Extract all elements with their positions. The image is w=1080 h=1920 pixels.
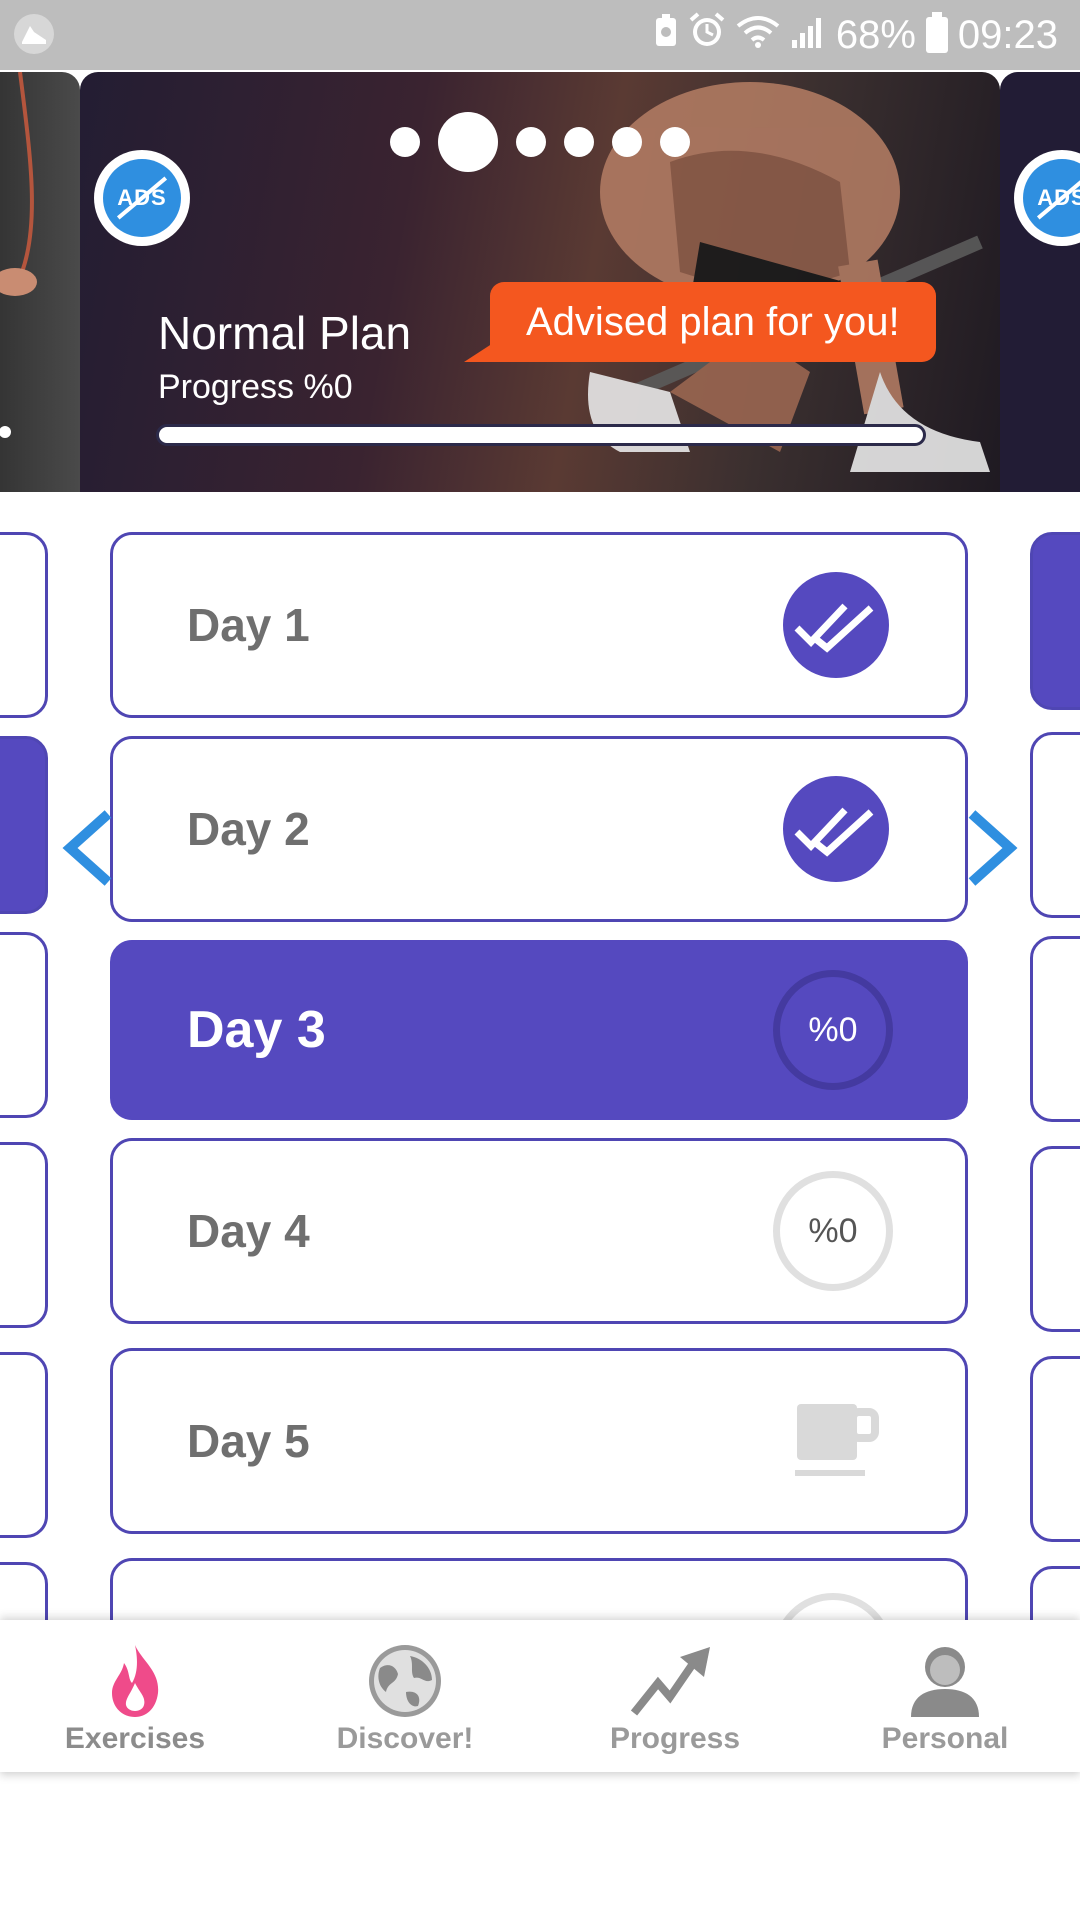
remove-ads-button[interactable]: ADS: [94, 150, 190, 246]
page-dot[interactable]: [612, 127, 642, 157]
alarm-icon: [688, 11, 726, 59]
current-plan-card[interactable]: ADS Normal Plan Progress %0 Advised plan…: [80, 72, 1000, 492]
coffee-cup-rest-icon: [795, 1404, 879, 1476]
previous-plan-day-card[interactable]: [0, 532, 48, 718]
signal-icon: [790, 13, 826, 58]
next-plan-card[interactable]: ADS: [1000, 72, 1080, 492]
plan-progress-text: Progress %0: [158, 368, 353, 406]
nav-progress[interactable]: Progress: [540, 1620, 810, 1772]
next-plan-day-card[interactable]: [1030, 732, 1080, 918]
carousel-page-indicator: [390, 112, 690, 172]
next-plan-arrow-icon[interactable]: [966, 810, 1018, 886]
previous-plan-day-card[interactable]: [0, 1562, 48, 1620]
day-card-1[interactable]: Day 1: [110, 532, 968, 718]
completed-check-icon: [783, 776, 889, 882]
day-progress-ring: %0: [773, 970, 893, 1090]
advised-plan-tooltip: Advised plan for you!: [464, 282, 936, 362]
day-progress-ring: %0: [773, 1171, 893, 1291]
page-dot-active[interactable]: [438, 112, 498, 172]
day-label: Day 5: [187, 1415, 310, 1467]
nav-exercises[interactable]: Exercises: [0, 1620, 270, 1772]
day-label: Day 4: [187, 1205, 310, 1257]
no-ads-icon: ADS: [1023, 159, 1080, 237]
next-plan-day-card[interactable]: [1030, 1356, 1080, 1542]
wifi-icon: [736, 13, 780, 58]
day-progress-ring: [773, 1593, 893, 1620]
nav-label: Discover!: [336, 1722, 474, 1755]
app-notification-icon: [14, 14, 54, 54]
bottom-navigation: Exercises Discover! Progress Personal: [0, 1620, 1080, 1772]
flame-icon: [108, 1640, 162, 1722]
page-dot[interactable]: [390, 127, 420, 157]
day-label: Day 1: [187, 599, 310, 651]
day-card-6[interactable]: [110, 1558, 968, 1620]
page-dot[interactable]: [516, 127, 546, 157]
nav-personal[interactable]: Personal: [810, 1620, 1080, 1772]
status-bar: 68% 09:23: [0, 0, 1080, 70]
no-ads-icon: ADS: [103, 159, 181, 237]
day-list[interactable]: Day 1 Day 2 Day 3 %0 Day 4 %0 Day 5: [0, 492, 1080, 1620]
day-card-3[interactable]: Day 3 %0: [110, 940, 968, 1120]
previous-plan-arrow-icon[interactable]: [62, 810, 114, 886]
previous-plan-card[interactable]: [0, 72, 80, 492]
globe-icon: [366, 1640, 444, 1722]
previous-plan-day-card[interactable]: [0, 1142, 48, 1328]
plan-carousel[interactable]: ADS Normal Plan Progress %0 Advised plan…: [0, 70, 1080, 492]
nav-label: Personal: [881, 1722, 1009, 1755]
nav-discover[interactable]: Discover!: [270, 1620, 540, 1772]
person-icon: [909, 1640, 981, 1722]
page-dot[interactable]: [564, 127, 594, 157]
battery-percent: 68%: [835, 12, 916, 57]
previous-plan-day-card[interactable]: [0, 1352, 48, 1538]
day-label: Day 2: [187, 803, 310, 855]
next-plan-day-card[interactable]: [1030, 532, 1080, 710]
completed-check-icon: [783, 572, 889, 678]
previous-plan-day-card[interactable]: [0, 932, 48, 1118]
trend-arrow-icon: [630, 1640, 720, 1722]
battery-saver-icon: [654, 13, 678, 58]
nav-label: Progress: [609, 1722, 741, 1755]
day-card-4[interactable]: Day 4 %0: [110, 1138, 968, 1324]
next-plan-day-card[interactable]: [1030, 1566, 1080, 1620]
day-card-2[interactable]: Day 2: [110, 736, 968, 922]
next-plan-day-card[interactable]: [1030, 1146, 1080, 1332]
next-plan-day-card[interactable]: [1030, 936, 1080, 1122]
day-card-5[interactable]: Day 5: [110, 1348, 968, 1534]
plan-progress-bar: [156, 424, 926, 446]
nav-label: Exercises: [64, 1722, 206, 1755]
day-label: Day 3: [187, 1001, 326, 1059]
day-progress-percent: %0: [808, 1010, 858, 1049]
battery-icon: [925, 12, 948, 53]
day-progress-percent: %0: [808, 1211, 858, 1250]
next-card-ads-badge: ADS: [1014, 150, 1080, 246]
page-dot[interactable]: [660, 127, 690, 157]
previous-plan-day-card[interactable]: [0, 736, 48, 914]
plan-title: Normal Plan: [158, 307, 412, 359]
clock-time: 09:23: [957, 12, 1058, 57]
